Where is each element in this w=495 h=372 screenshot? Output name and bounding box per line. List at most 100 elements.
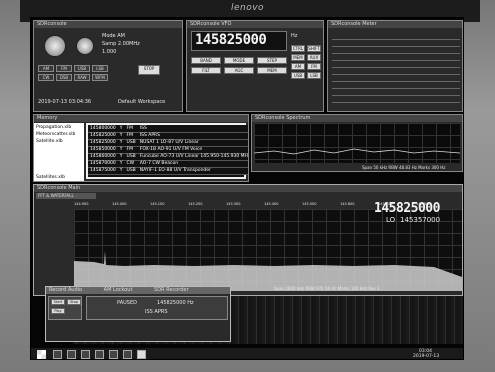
record-play-button[interactable]: Play	[51, 308, 65, 314]
freq-tick-label: 145.100	[150, 202, 165, 206]
memory-cell-flag: Y	[117, 167, 125, 175]
vfo-btn-band[interactable]: BAND	[191, 57, 221, 64]
key-am[interactable]: AM	[291, 63, 305, 70]
key-fm[interactable]: FM	[307, 63, 321, 70]
meter-title: SDRconsole Meter	[328, 21, 462, 28]
lo-label: LO	[386, 216, 396, 224]
mode-btn-cw[interactable]: CW	[38, 74, 54, 81]
file-3[interactable]: Satellites.xlb	[36, 175, 65, 180]
memory-cell-desc: ISS APRS	[137, 132, 248, 140]
meter-sliders[interactable]	[332, 33, 460, 107]
key-shift[interactable]: SHIFT	[307, 45, 321, 52]
main-big-frequency: 145825000	[374, 201, 440, 216]
memory-cell-freq: 145850000	[88, 146, 118, 154]
sdr-app-icon[interactable]	[137, 350, 146, 359]
memory-cell-freq: 145825000	[88, 132, 118, 140]
record-tab3[interactable]: SDR Recorder	[154, 287, 189, 293]
vfo-title: SDRconsole VFO	[187, 21, 323, 28]
memory-cell-mode: CW	[124, 160, 138, 168]
vfo-btn-agc[interactable]: AGC	[224, 67, 254, 74]
vfo-btn-filt[interactable]: FILT	[191, 67, 221, 74]
memory-cell-freq: 145875000	[88, 167, 118, 175]
squelch-knob[interactable]	[76, 37, 94, 55]
memory-cell-flag: Y	[117, 132, 125, 140]
memory-cell-desc: AO-7 CW Beacon	[137, 160, 248, 168]
table-row[interactable]: 145850000 Y FM FOX-1B AO-91 U/V FM Voice	[88, 146, 248, 154]
table-row[interactable]: 145800000 Y FM ISS	[88, 125, 248, 133]
record-title: Record Audio AM Lockout SDR Recorder	[46, 287, 230, 294]
record-stop-button[interactable]: Stop	[67, 299, 81, 305]
meter-window: SDRconsole Meter	[327, 20, 463, 112]
memory-cell-freq: 145825000	[88, 139, 118, 147]
taskbar-date[interactable]: 2019-07-13	[413, 353, 439, 359]
screen: SDRconsole Mode AM Samp 2.00MHz 1.000 AM…	[30, 17, 464, 360]
vfo-btn-mem[interactable]: MEM	[257, 67, 287, 74]
mode-btn-dsb[interactable]: DSB	[56, 74, 72, 81]
vfo-btn-mode[interactable]: MODE	[224, 57, 254, 64]
memory-cell-mode: USB	[124, 167, 138, 175]
key-ctrl[interactable]: CTRL	[291, 45, 305, 52]
app-icon-1[interactable]	[123, 350, 132, 359]
vfo-frequency[interactable]: 145825000	[195, 32, 267, 48]
spectrum-small-footer: Span 50 kHz RBW 48.83 Hz Marks 300 Hz	[362, 165, 446, 170]
memory-cell-flag: Y	[117, 139, 125, 147]
file-2[interactable]: Satellite.xlb	[36, 139, 63, 144]
key-mem[interactable]: MEM	[291, 54, 305, 61]
table-row[interactable]: 145860000 Y USB Funcube AO-73 U/V Linear 14…	[88, 153, 248, 161]
record-tab2[interactable]: AM Lockout	[104, 287, 133, 293]
memory-cell-mode: FM	[124, 146, 138, 154]
memory-cell-desc: NUSAT 1 LO-87 U/V Linear	[137, 139, 248, 147]
record-options: Start Stop Play	[48, 296, 82, 320]
mode-btn-fm[interactable]: FM	[56, 65, 72, 72]
table-row[interactable]: 145870000 Y CW AO-7 CW Beacon	[88, 160, 248, 168]
key-lsb[interactable]: LSB	[307, 72, 321, 79]
vfo-window: SDRconsole VFO 145825000 Hz BAND MODE ST…	[186, 20, 324, 112]
taskbar: 03:04 2019-07-13	[31, 348, 463, 359]
memory-cell-mode: USB	[124, 153, 138, 161]
memory-cell-freq: 145860000	[88, 153, 118, 161]
mode-btn-usb[interactable]: USB	[74, 65, 90, 72]
search-icon[interactable]	[53, 350, 62, 359]
memory-cell-freq: 145800000	[88, 125, 118, 133]
memory-cell-mode: FM	[124, 125, 138, 133]
memory-cell-desc: FOX-1B AO-91 U/V FM Voice	[137, 146, 248, 154]
spectrum-small-plot[interactable]	[254, 123, 460, 163]
memory-cell-mode: FM	[124, 132, 138, 140]
freq-tick-label: 145.000	[112, 202, 127, 206]
explorer-icon[interactable]	[95, 350, 104, 359]
volume-knob[interactable]	[44, 35, 66, 57]
memory-table-frame: 145800000 Y FM ISS 145825000 Y FM ISS APRS 14582…	[86, 123, 248, 179]
record-title-text: Record Audio	[49, 287, 83, 293]
memory-cell-mode: USB	[124, 139, 138, 147]
mode-btn-raw[interactable]: RAW	[74, 74, 90, 81]
file-1[interactable]: Meteorscatter.xlb	[36, 132, 75, 137]
clock-readout: 2019-07-13 03:04:36	[38, 99, 92, 105]
mode-btn-wfm[interactable]: WFM	[92, 74, 108, 81]
task-view-icon[interactable]	[67, 350, 76, 359]
lo-frequency: 145357000	[400, 216, 441, 224]
key-aux[interactable]: AUX	[307, 54, 321, 61]
mode-btn-lsb[interactable]: LSB	[92, 65, 108, 72]
table-row[interactable]: 145825000 Y USB NUSAT 1 LO-87 U/V Linear	[88, 139, 248, 147]
file-0[interactable]: Propagation.xlb	[36, 125, 71, 130]
table-row[interactable]: 145875000 Y USB NAYIF-1 EO-88 U/V Transpond…	[88, 167, 248, 175]
freq-tick-label: 145.500	[302, 202, 317, 206]
spectrum-small-title: SDRconsole Spectrum	[252, 115, 462, 122]
start-icon[interactable]	[37, 350, 46, 359]
control-title: SDRconsole	[34, 21, 182, 28]
record-start-button[interactable]: Start	[51, 299, 65, 305]
memory-table: 145800000 Y FM ISS 145825000 Y FM ISS APRS 14582…	[88, 125, 248, 175]
main-footer: Span 2000 kHz RBW 976.56 Hz Marks 100 kH…	[274, 286, 380, 291]
store-icon[interactable]	[109, 350, 118, 359]
browser-icon[interactable]	[81, 350, 90, 359]
mode-btn-am[interactable]: AM	[38, 65, 54, 72]
freq-tick-label: 145.600	[340, 202, 355, 206]
key-usb[interactable]: USB	[291, 72, 305, 79]
stop-button[interactable]: STOP	[138, 65, 160, 75]
vfo-unit: Hz	[291, 33, 298, 39]
table-row[interactable]: 145825000 Y FM ISS APRS	[88, 132, 248, 140]
vfo-btn-step[interactable]: STEP	[257, 57, 287, 64]
memory-window: Memory Propagation.xlb Meteorscatter.xlb…	[33, 114, 249, 182]
mode-label: Mode AM	[102, 33, 125, 39]
rate-value: 1.000	[102, 49, 117, 55]
